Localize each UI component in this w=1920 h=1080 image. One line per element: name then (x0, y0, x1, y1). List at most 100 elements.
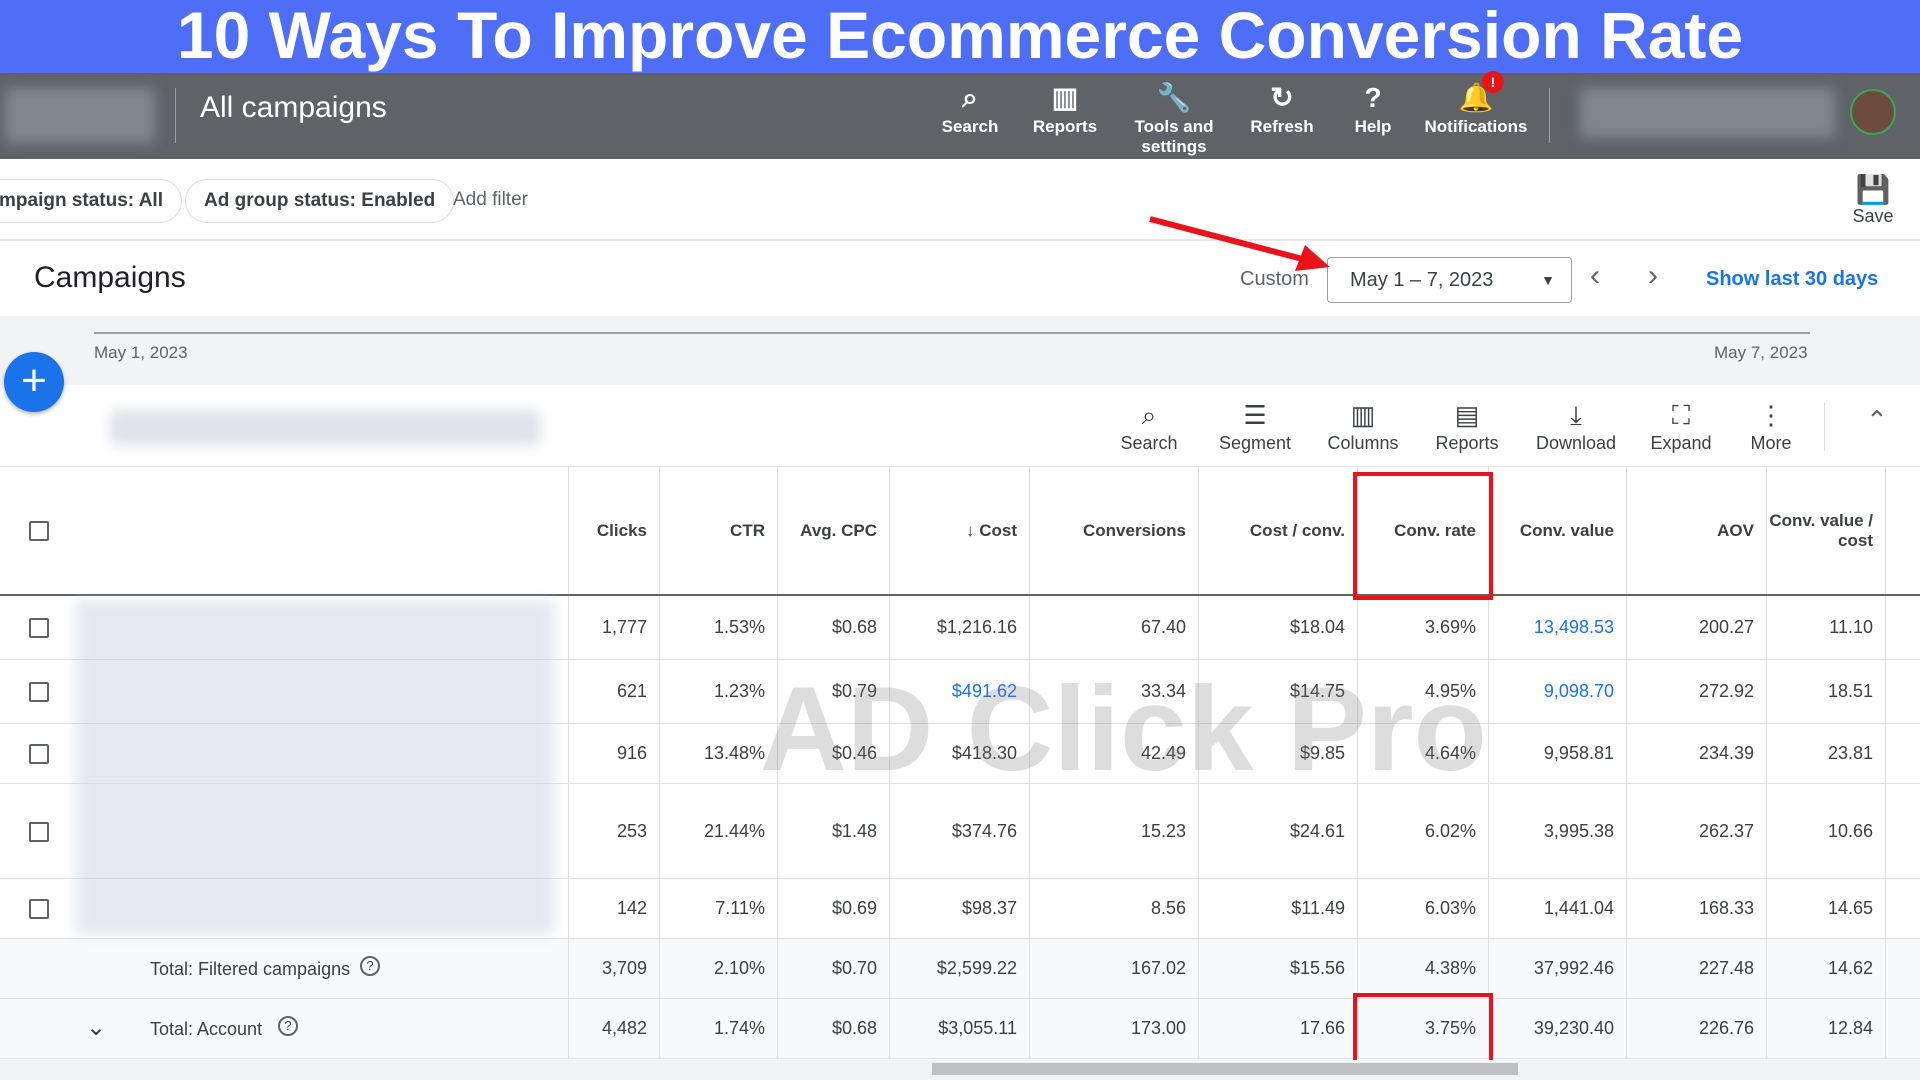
cell-1: 1.23% (660, 660, 778, 723)
cell-7: 1,441.04 (1489, 879, 1627, 938)
cell-3: $2,599.22 (890, 939, 1030, 998)
download-icon: ⤓ (1570, 400, 1582, 430)
cell-8: 272.92 (1627, 660, 1767, 723)
cell-2: Avg. CPC (778, 467, 890, 594)
cell-6: 4.95% (1358, 660, 1489, 723)
account-info-blurred (1580, 88, 1835, 138)
help-icon: ? (1364, 82, 1382, 113)
highlight-conv-rate-header (1353, 472, 1493, 600)
cell-6: 6.03% (1358, 879, 1489, 938)
toolbar-reports-button[interactable]: ▤ Reports (1412, 397, 1522, 454)
header-notifications-button[interactable]: 🔔 Notifications (1421, 79, 1531, 137)
blurred-filters (110, 410, 540, 445)
cell-4: 42.49 (1030, 724, 1199, 783)
cell-7: 13,498.53 (1489, 596, 1627, 659)
search-icon: ⌕ (962, 82, 978, 113)
collapse-chevron-up-icon[interactable]: ⌃ (1866, 405, 1888, 436)
toolbar-columns-button[interactable]: ▥ Columns (1308, 397, 1418, 454)
cell-7: 37,992.46 (1489, 939, 1627, 998)
cell-1: 2.10% (660, 939, 778, 998)
row-checkbox[interactable] (29, 618, 49, 638)
cell-8: 226.76 (1627, 999, 1767, 1058)
filter-chip-campaign-status[interactable]: mpaign status: All (0, 179, 182, 223)
help-icon[interactable]: ? (278, 1016, 298, 1036)
section-title: Campaigns (34, 261, 186, 294)
add-campaign-button[interactable]: + (4, 352, 64, 412)
cell-8: 200.27 (1627, 596, 1767, 659)
row-checkbox[interactable] (29, 821, 49, 842)
add-filter-button[interactable]: Add filter (453, 189, 528, 211)
cell-5: $11.49 (1199, 879, 1358, 938)
previous-period-button[interactable]: ‹ (1590, 259, 1600, 293)
filter-chip-ad-group-status[interactable]: Ad group status: Enabled (185, 179, 455, 223)
cell-5: $15.56 (1199, 939, 1358, 998)
cell-1: 7.11% (660, 879, 778, 938)
cell-2: $0.46 (778, 724, 890, 783)
toolbar-search-button[interactable]: ⌕ Search (1094, 397, 1204, 454)
toolbar-segment-button[interactable]: ☰ Segment (1200, 397, 1310, 454)
cell-3: $418.30 (890, 724, 1030, 783)
cell-6: 3.69% (1358, 596, 1489, 659)
cell-0: 142 (569, 879, 660, 938)
header-tools-and-settings-button[interactable]: 🔧 Tools and settings (1119, 79, 1229, 157)
cell-9: 14.65 (1767, 879, 1886, 938)
cell-0: 621 (569, 660, 660, 723)
cell-4: 167.02 (1030, 939, 1199, 998)
cell-8: AOV (1627, 467, 1767, 594)
cell-4: 8.56 (1030, 879, 1199, 938)
cell-2: $0.69 (778, 879, 890, 938)
cell-4: 173.00 (1030, 999, 1199, 1058)
segment-icon: ☰ (1243, 400, 1267, 430)
expand-chevron-down-icon[interactable]: ⌄ (86, 1013, 106, 1042)
header-reports-button[interactable]: ▥ Reports (1010, 79, 1120, 137)
cell-6: 4.38% (1358, 939, 1489, 998)
show-last-30-days-link[interactable]: Show last 30 days (1706, 268, 1878, 291)
cell-9: 10.66 (1767, 784, 1886, 878)
cell-3: $491.62 (890, 660, 1030, 723)
cell-5: 17.66 (1199, 999, 1358, 1058)
cell-9: Conv. value / cost (1767, 467, 1886, 594)
cell-5: $24.61 (1199, 784, 1358, 878)
cell-1: 1.74% (660, 999, 778, 1058)
cell-7: 9,098.70 (1489, 660, 1627, 723)
red-arrow-annotation (1149, 216, 1330, 271)
help-icon[interactable]: ? (360, 956, 380, 976)
horizontal-scrollbar[interactable] (0, 1060, 1920, 1080)
row-checkbox[interactable] (29, 744, 49, 764)
top-bar: All campaigns ⌕ Search ▥ Reports 🔧 Tools and … (0, 71, 1920, 159)
cell-7: Conv. value (1489, 467, 1627, 594)
toolbar-download-button[interactable]: ⤓ Download (1521, 397, 1631, 454)
cell-0: 916 (569, 724, 660, 783)
select-all-checkbox[interactable] (29, 521, 49, 541)
cell-8: 234.39 (1627, 724, 1767, 783)
save-button[interactable]: 💾 Save (1848, 173, 1898, 227)
cell-9: 18.51 (1767, 660, 1886, 723)
row-checkbox[interactable] (29, 682, 49, 702)
date-range-picker[interactable]: May 1 – 7, 2023 ▼ (1327, 257, 1572, 303)
row-checkbox[interactable] (29, 899, 49, 919)
cell-7: 3,995.38 (1489, 784, 1627, 878)
more-vert-icon: ⋮ (1758, 400, 1784, 430)
cell-0: 4,482 (569, 999, 660, 1058)
toolbar-more-button[interactable]: ⋮ More (1716, 397, 1826, 454)
totals-label: Total: Account (150, 1019, 263, 1039)
reports-icon: ▤ (1454, 400, 1480, 430)
save-icon: 💾 (1855, 174, 1891, 205)
header-help-button[interactable]: ? Help (1318, 79, 1428, 137)
next-period-button[interactable]: › (1648, 259, 1658, 293)
timeline-start-date: May 1, 2023 (94, 343, 188, 362)
cell-2: $0.68 (778, 999, 890, 1058)
header-search-button[interactable]: ⌕ Search (915, 79, 1025, 137)
banner-title: 10 Ways To Improve Ecommerce Conversion … (0, 0, 1920, 73)
bell-icon: 🔔 (1458, 82, 1494, 113)
cell-3: $1,216.16 (890, 596, 1030, 659)
page-title: All campaigns (200, 91, 387, 124)
timeline: May 1, 2023 May 7, 2023 + (0, 316, 1920, 412)
cell-6: 4.64% (1358, 724, 1489, 783)
cell-9: 11.10 (1767, 596, 1886, 659)
cell-1: 1.53% (660, 596, 778, 659)
totals-row: Total: Filtered campaigns? 3,709 2.10% $0.7… (0, 939, 1920, 999)
cell-3: $98.37 (890, 879, 1030, 938)
avatar[interactable] (1850, 89, 1896, 135)
cell-0: Clicks (569, 467, 660, 594)
